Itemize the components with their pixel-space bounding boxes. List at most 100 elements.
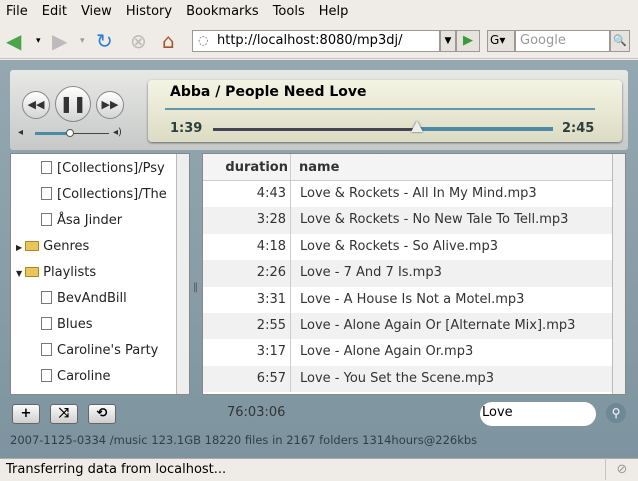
duration-cell: 3:28 [203,207,291,234]
go-button[interactable]: ▶ [456,30,480,52]
table-row[interactable]: 3:31 Love - A House Is Not a Motel.mp3 [203,286,612,313]
tree-scrollbar[interactable] [176,154,189,394]
tree-item[interactable]: Caroline's Party [41,338,158,364]
back-icon[interactable]: ◀ [6,29,21,53]
repeat-button[interactable]: ⟲ [88,404,116,424]
name-cell: Love & Rockets - All In My Mind.mp3 [300,186,537,201]
home-icon[interactable]: ⌂ [162,29,175,53]
menu-help[interactable]: Help [319,4,349,19]
url-input[interactable]: http://localhost:8080/mp3dj/ [192,30,440,52]
seek-bar-remaining [417,127,553,131]
table-row[interactable]: 4:43 Love & Rockets - All In My Mind.mp3 [203,181,612,208]
tree-item-label: Åsa Jinder [57,213,123,228]
menu-bar: File Edit View History Bookmarks Tools H… [0,0,638,22]
tree-item[interactable]: Caroline [41,364,111,390]
url-dropdown-icon[interactable]: ▼ [440,30,456,52]
search-engine-selector[interactable]: G▾ [487,30,515,52]
file-icon [41,291,52,304]
waveform [165,108,595,110]
name-cell: Love - Alone Again Or.mp3 [300,344,474,360]
table-row[interactable]: 3:17 Love - Alone Again Or.mp3 [203,339,612,366]
tree-item-label: Caroline's Party [57,343,159,358]
tree-item-playlists[interactable]: ▼ Playlists [16,260,96,286]
tree-item-label: Playlists [43,265,97,280]
forward-icon[interactable]: ▶ [52,29,67,53]
back-dropdown-icon[interactable]: ▾ [36,29,41,53]
shuffle-button[interactable]: ⤨ [50,404,78,424]
menu-edit[interactable]: Edit [42,4,67,19]
menu-view[interactable]: View [81,4,112,19]
magnifier-icon[interactable]: 🔍 [610,30,630,52]
file-icon [41,187,52,200]
folder-icon [25,241,40,251]
name-cell: Love - 7 And 7 Is.mp3 [300,265,442,281]
add-button[interactable]: + [12,404,40,424]
file-icon [41,213,52,226]
duration-cell: 2:55 [203,313,291,340]
duration-cell: 4:18 [203,233,291,261]
folder-tree: [Collections]/Psy [Collections]/The Åsa … [10,153,190,395]
web-search-input[interactable]: Google [515,30,610,52]
name-cell: Love & Rockets - So Alive.mp3 [300,238,498,254]
file-icon [41,343,52,356]
total-time: 2:45 [562,121,595,136]
tree-item-label: Blues [57,317,93,332]
table-scrollbar[interactable] [612,154,625,394]
library-stats: 2007-1125-0334 /music 123.1GB 18220 file… [10,433,478,447]
google-icon: G [490,33,500,47]
name-cell: Love & Rockets - No New Tale To Tell.mp3 [300,212,569,228]
track-table: duration name 4:43 Love & Rockets - All I… [202,153,626,395]
file-icon [41,161,52,174]
tree-item[interactable]: BevAndBill [41,286,127,312]
table-row[interactable]: 6:57 Love - You Set the Scene.mp3 [203,365,612,393]
table-row[interactable]: 2:26 Love - 7 And 7 Is.mp3 [203,260,612,287]
rewind-button[interactable]: ◀◀ [22,91,50,119]
name-cell: Love - Alone Again Or [Alternate Mix].mp… [300,318,576,333]
name-cell: Love - A House Is Not a Motel.mp3 [300,291,525,307]
table-row[interactable]: 3:28 Love & Rockets - No New Tale To Tell… [203,207,612,234]
library-search-input[interactable]: Love [480,402,596,426]
tree-item-label: [Collections]/The [57,187,167,202]
menu-history[interactable]: History [126,4,172,19]
tree-item-label: [Collections]/Psy [57,161,165,176]
connection-icon: ⊘ [605,458,638,480]
stop-icon[interactable]: ⊗ [130,29,147,53]
fast-forward-button[interactable]: ▶▶ [96,91,124,119]
file-icon [41,369,52,382]
column-header-duration[interactable]: duration [203,154,291,181]
tree-item[interactable]: [Collections]/The [41,182,167,208]
volume-high-icon: ◂) [113,127,122,138]
duration-cell: 3:17 [203,339,291,366]
volume-low-icon: ◂ [18,127,24,138]
splitter-handle[interactable]: ‖ [193,282,198,293]
shuffle-icon: ⤨ [58,406,70,421]
folder-open-icon [25,267,40,277]
file-icon [41,317,52,330]
column-header-name[interactable]: name [291,154,612,181]
name-cell: Love - You Set the Scene.mp3 [300,370,495,386]
menu-tools[interactable]: Tools [273,4,305,19]
tree-item-genres[interactable]: ▶ Genres [16,234,89,260]
expand-arrow-icon[interactable]: ▶ [16,243,22,252]
tree-item-label: Genres [43,239,90,254]
table-row[interactable]: 2:55 Love - Alone Again Or [Alternate Mix… [203,313,612,340]
menu-file[interactable]: File [6,4,28,19]
volume-thumb[interactable] [66,129,74,137]
table-row[interactable]: 4:18 Love & Rockets - So Alive.mp3 [203,233,612,261]
now-playing-title: Abba / People Need Love [170,84,367,100]
volume-fill [35,132,70,135]
search-icon[interactable]: ⚲ [606,403,626,423]
tree-item[interactable]: Åsa Jinder [41,208,122,234]
reload-icon[interactable]: ↻ [96,29,113,53]
loading-icon: ◌ [198,33,209,47]
tree-item-label: BevAndBill [57,291,127,306]
tree-item[interactable]: Blues [41,312,93,338]
tree-item[interactable]: [Collections]/Psy [41,156,165,182]
forward-dropdown-icon[interactable]: ▾ [80,29,85,53]
seek-thumb[interactable] [411,121,423,132]
pause-button[interactable]: ❚❚ [55,86,91,122]
collapse-arrow-icon[interactable]: ▼ [16,269,22,278]
menu-bookmarks[interactable]: Bookmarks [186,4,259,19]
duration-cell: 3:31 [203,286,291,313]
tree-item-label: Caroline [57,369,111,384]
